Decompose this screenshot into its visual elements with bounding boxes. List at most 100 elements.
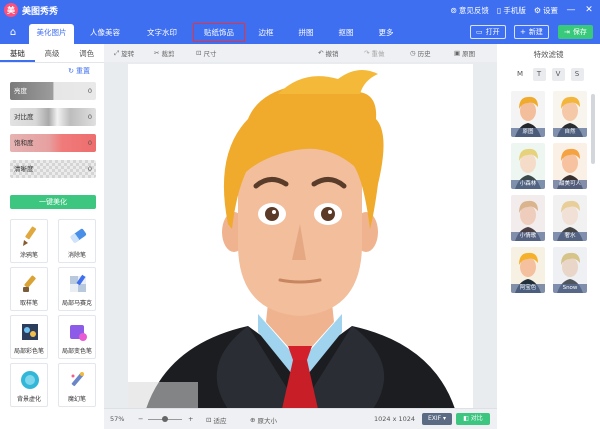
brightness-slider[interactable]: 亮度 0	[10, 82, 96, 100]
tool-eraser-pen[interactable]: 消除笔	[58, 219, 96, 263]
home-button[interactable]: ⌂	[0, 20, 26, 44]
sharpness-slider[interactable]: 清晰度 0	[10, 160, 96, 178]
filter-snow[interactable]: Snow	[553, 247, 587, 293]
new-button[interactable]: + 新建	[514, 25, 549, 39]
subtab-basic[interactable]: 基础	[0, 44, 35, 62]
tab-cutout[interactable]: 抠图	[330, 24, 362, 41]
feedback-icon: ⊚	[450, 5, 457, 15]
filter-label: 小森林	[511, 180, 545, 189]
tool-label: 背景虚化	[16, 396, 41, 403]
exif-button[interactable]: EXIF ▾	[422, 413, 452, 425]
tab-stickers[interactable]: 贴纸饰品	[193, 23, 245, 42]
tab-more[interactable]: 更多	[370, 24, 402, 41]
magic-wand-icon	[71, 372, 84, 387]
tab-beautify[interactable]: 美化图片	[29, 24, 74, 44]
filter-tab-m[interactable]: M	[513, 68, 527, 81]
original-image-icon: ▣	[454, 49, 461, 57]
zoom-level: 57%	[110, 415, 125, 423]
tab-frames[interactable]: 边框	[250, 24, 282, 41]
undo-button[interactable]: ↶ 撤销	[318, 47, 338, 59]
saturation-label: 饱和度	[14, 139, 34, 147]
filter-tab-s[interactable]: S	[570, 68, 584, 81]
filter-label: Snow	[553, 284, 587, 293]
tab-collage[interactable]: 拼图	[290, 24, 322, 41]
history-label: 历史	[417, 50, 431, 58]
fit-icon: ⊡	[206, 416, 212, 424]
tab-text-watermark[interactable]: 文字水印	[137, 24, 187, 41]
feedback-label: 意见反馈	[458, 5, 489, 15]
tool-local-recolor-pen[interactable]: 局部变色笔	[58, 315, 96, 359]
tool-local-mosaic[interactable]: 局部马赛克	[58, 267, 96, 311]
status-bar: 57% − + ⊡ 适应 ⊕ 原大小 1024 x 1024 EXIF ▾ ◧ 对比	[104, 408, 497, 429]
redo-button[interactable]: ↷ 重做	[364, 47, 384, 59]
tool-magic-pen[interactable]: 魔幻笔	[58, 363, 96, 407]
filter-panel-title: 特效滤镜	[533, 50, 564, 59]
contrast-slider[interactable]: 对比度 0	[10, 108, 96, 126]
filter-grid: 原图 自然 小森林 甜美可人 小情歌 奢水 阿宝色 Snow	[511, 91, 600, 293]
subtab-advanced[interactable]: 高级	[35, 44, 70, 62]
filter-forest[interactable]: 小森林	[511, 143, 545, 189]
canvas-toolbar: ⤢ 旋转 ✂ 裁剪 ⊡ 尺寸 ↶ 撤销 ↷ 重做 ◷ 历史 ▣ 原图	[104, 44, 497, 62]
filter-label: 奢水	[553, 232, 587, 241]
filter-original[interactable]: 原图	[511, 91, 545, 137]
saturation-value: 0	[87, 139, 92, 147]
magnifier-icon: ⊕	[250, 416, 256, 424]
portrait-illustration	[128, 64, 473, 409]
compare-button[interactable]: ◧ 对比	[456, 413, 490, 425]
filter-abao[interactable]: 阿宝色	[511, 247, 545, 293]
crop-button[interactable]: ✂ 裁剪	[154, 47, 174, 59]
actual-size-button[interactable]: ⊕ 原大小	[250, 415, 277, 425]
filter-tab-t[interactable]: T	[532, 68, 546, 81]
rotate-button[interactable]: ⤢ 旋转	[114, 47, 134, 59]
close-button[interactable]: ✕	[584, 5, 594, 15]
reset-button[interactable]: ↻ 重置	[0, 63, 104, 78]
tool-label: 局部马赛克	[61, 300, 92, 307]
zoom-slider-knob[interactable]	[162, 416, 168, 422]
tab-portrait[interactable]: 人像美容	[80, 24, 130, 41]
history-button[interactable]: ◷ 历史	[410, 47, 431, 59]
original-button[interactable]: ▣ 原图	[454, 47, 475, 59]
tool-label: 局部变色笔	[61, 348, 92, 355]
app-logo: 美	[4, 3, 18, 17]
settings-link[interactable]: ⚙ 设置	[534, 5, 558, 16]
subtab-color[interactable]: 调色	[69, 44, 104, 62]
plus-icon: +	[520, 28, 526, 36]
canvas-area	[104, 62, 497, 409]
rotate-icon: ⤢	[114, 48, 120, 57]
minus-icon: −	[138, 415, 144, 423]
recolor-pen-icon	[70, 325, 87, 341]
size-label: 尺寸	[203, 50, 217, 58]
tool-background-blur[interactable]: 背景虚化	[10, 363, 48, 407]
reset-icon: ↻	[68, 66, 74, 75]
filter-category-tabs: M T V S	[497, 68, 600, 81]
mobile-link[interactable]: ▯ 手机版	[497, 5, 526, 16]
zoom-in-button[interactable]: +	[188, 415, 193, 423]
zoom-out-button[interactable]: −	[138, 415, 143, 423]
image-dimensions: 1024 x 1024	[374, 415, 416, 423]
tool-sample-pen[interactable]: 取样笔	[10, 267, 48, 311]
home-icon: ⌂	[9, 26, 17, 38]
open-button[interactable]: ▭ 打开	[470, 25, 506, 39]
filter-luxury[interactable]: 奢水	[553, 195, 587, 241]
color-pen-icon	[22, 324, 38, 340]
size-button[interactable]: ⊡ 尺寸	[196, 47, 216, 59]
filter-sweet[interactable]: 甜美可人	[553, 143, 587, 189]
mosaic-icon	[70, 274, 86, 292]
tool-local-color-pen[interactable]: 局部彩色笔	[10, 315, 48, 359]
filter-natural[interactable]: 自然	[553, 91, 587, 137]
original-label: 原图	[462, 50, 476, 58]
folder-icon: ▭	[476, 28, 483, 36]
compare-label: 对比	[470, 415, 483, 422]
one-click-beautify-button[interactable]: 一键美化	[10, 195, 96, 209]
feedback-link[interactable]: ⊚ 意见反馈	[450, 5, 489, 16]
saturation-slider[interactable]: 饱和度 0	[10, 134, 96, 152]
filter-scrollbar[interactable]	[591, 94, 595, 164]
fit-button[interactable]: ⊡ 适应	[206, 415, 226, 425]
minimize-button[interactable]: —	[566, 5, 576, 15]
image-canvas[interactable]	[128, 64, 473, 409]
filter-love-song[interactable]: 小情歌	[511, 195, 545, 241]
save-button[interactable]: ⇥ 保存	[558, 25, 593, 39]
tool-doodle-pen[interactable]: 涂鸦笔	[10, 219, 48, 263]
filter-tab-v[interactable]: V	[551, 68, 565, 81]
plus-icon: +	[188, 415, 194, 423]
